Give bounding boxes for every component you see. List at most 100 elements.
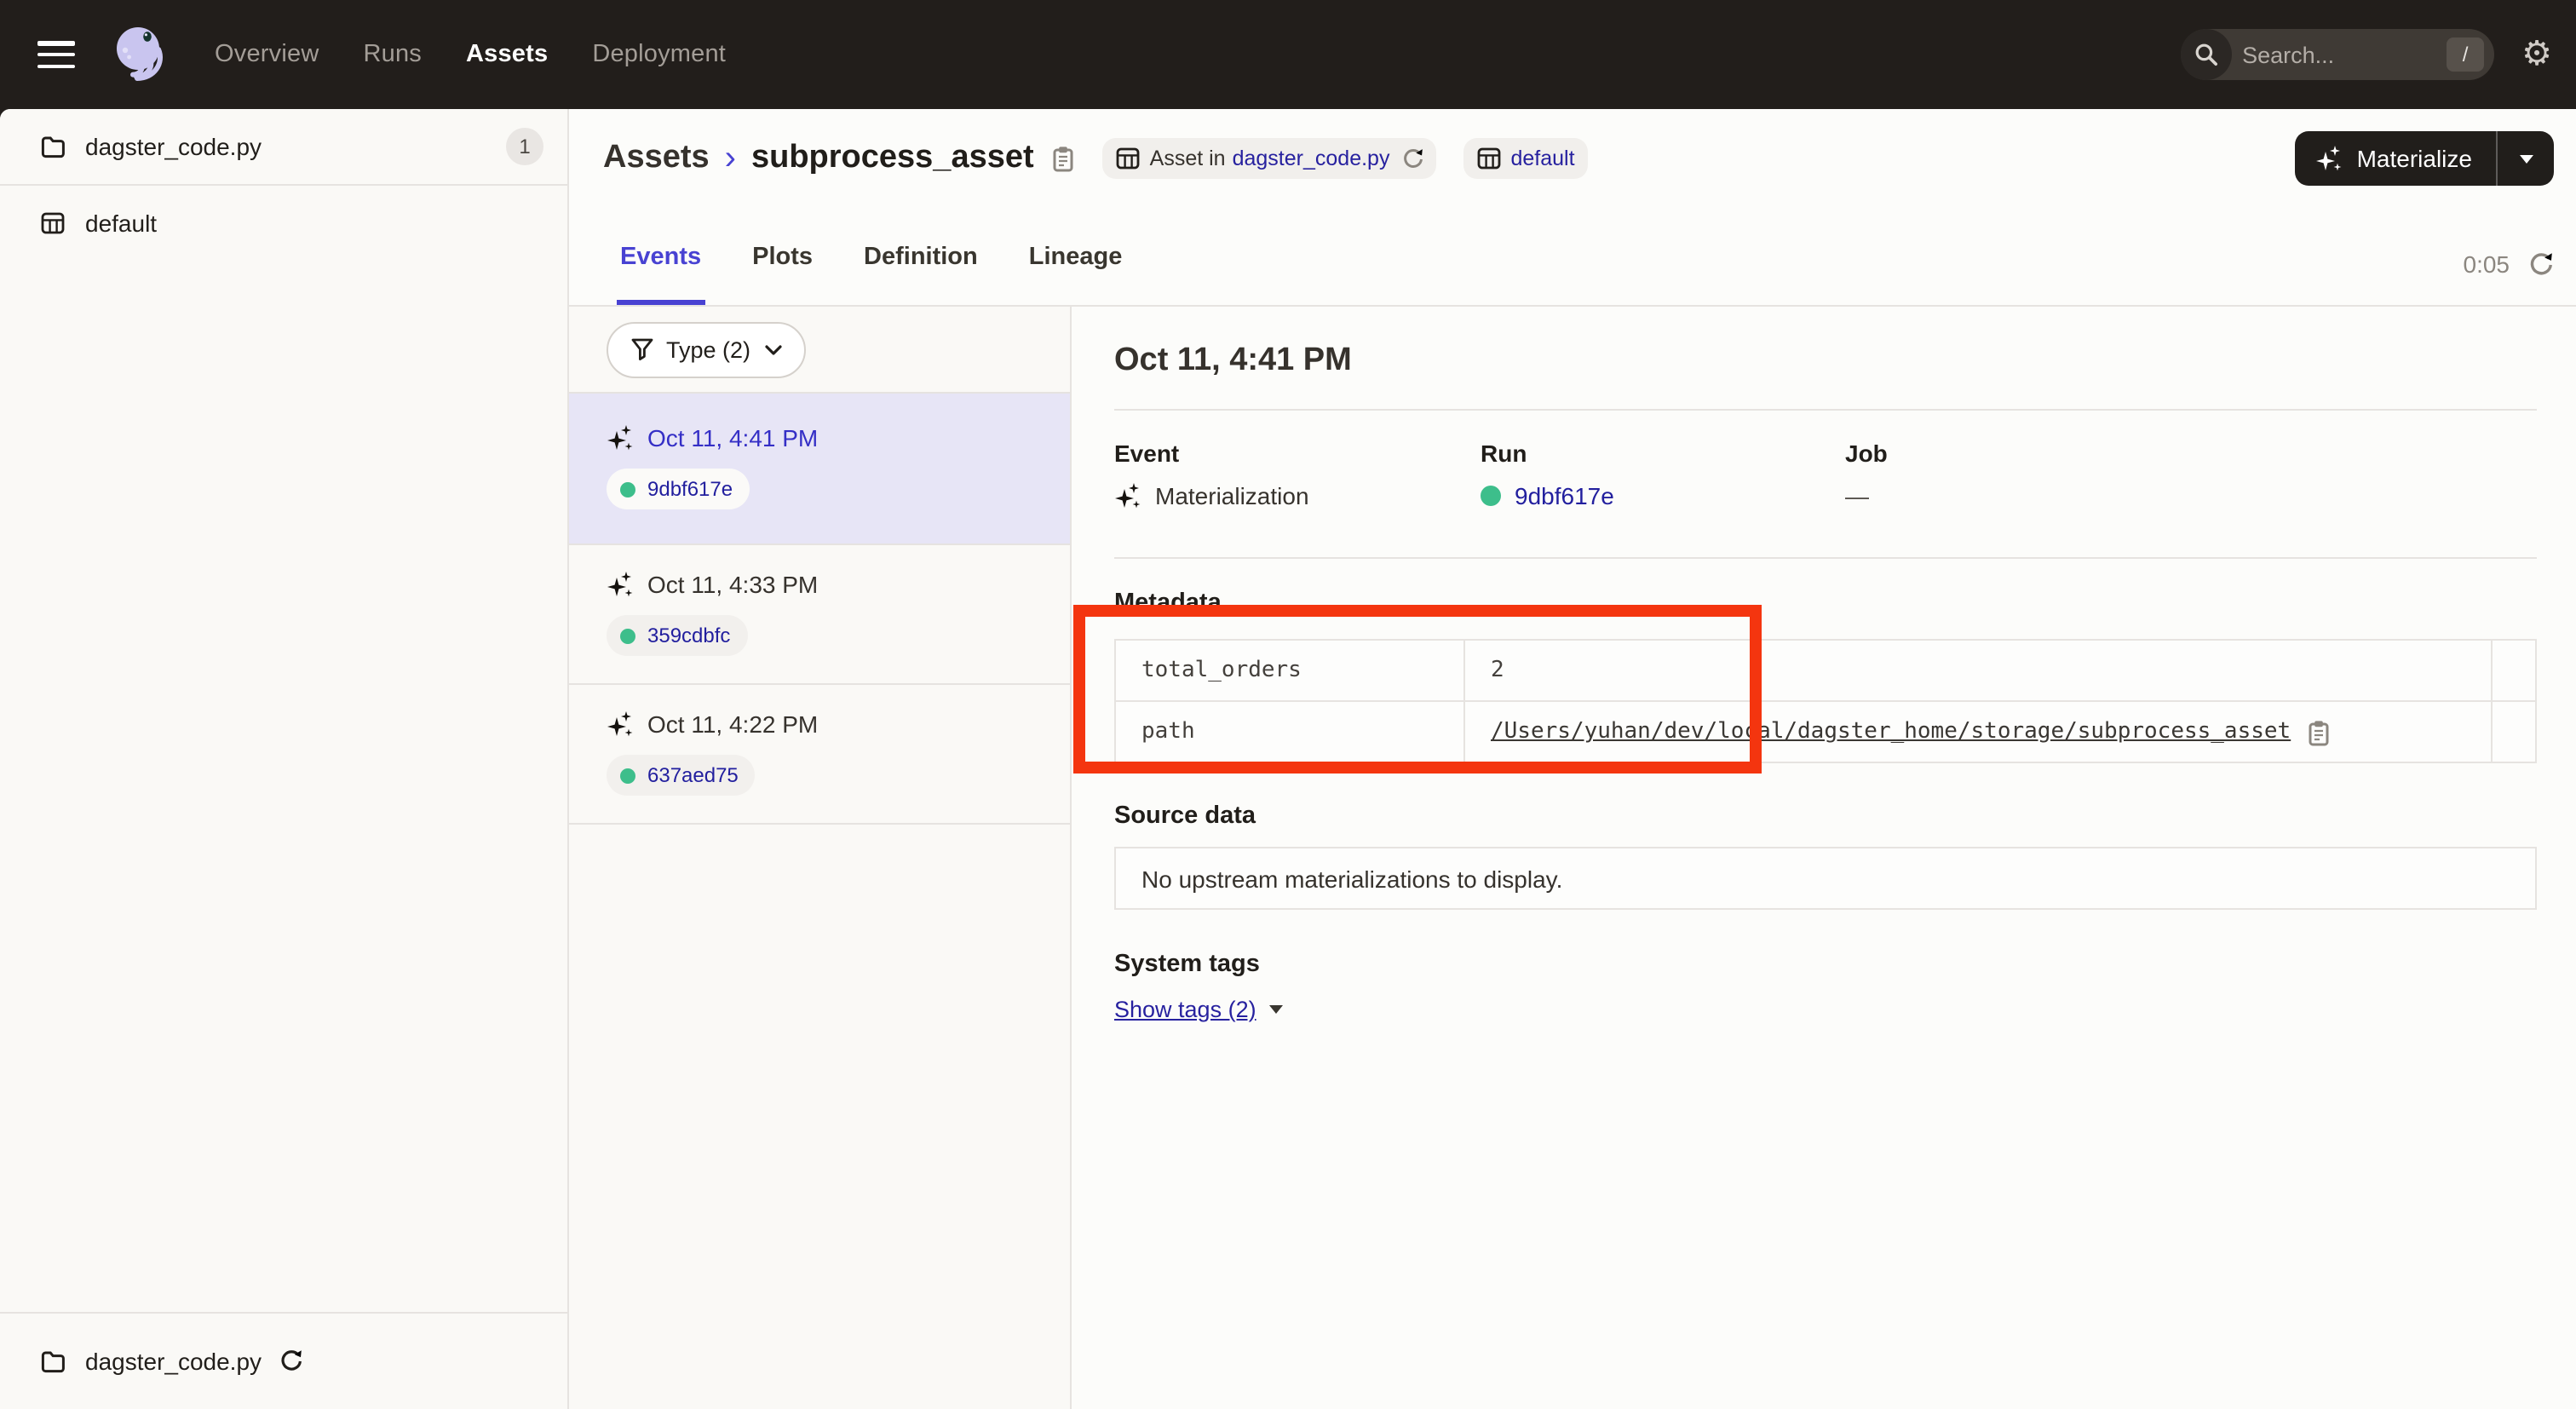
materialization-sparkle-icon [607,710,634,738]
run-id-pill[interactable]: 637aed75 [607,755,756,796]
materialize-split-button: Materialize [2296,131,2554,186]
run-id-label: 9dbf617e [647,477,733,501]
run-status-dot [620,481,635,497]
search-shortcut-key: / [2447,37,2484,72]
event-date-label: Oct 11, 4:22 PM [647,710,818,738]
asset-sidebar: dagster_code.py 1 default dagster_code.p… [0,109,569,1409]
event-list-item[interactable]: Oct 11, 4:33 PM 359cdbfc [569,545,1070,685]
copy-asset-name-icon[interactable] [1051,145,1075,172]
source-data-heading: Source data [1114,802,2537,830]
asset-tabs: Events Plots Definition Lineage 0:05 [569,208,2576,307]
asset-group-icon [41,211,65,235]
events-list-panel: Type (2) Oct 11, 4:41 PM 9dbf617e [569,307,1072,1409]
refresh-icon[interactable] [2527,251,2552,277]
asset-group-tag: default [1463,138,1588,179]
materialization-sparkle-icon [607,571,634,598]
source-data-empty-message: No upstream materializations to display. [1141,865,1562,892]
materialize-button[interactable]: Materialize [2296,131,2496,186]
event-detail-panel: Oct 11, 4:41 PM Event Materialization Ru… [1072,307,2576,1409]
filter-label: Type (2) [666,336,750,362]
reload-code-location-icon[interactable] [277,1349,301,1373]
nav-deployment[interactable]: Deployment [592,41,726,68]
source-data-empty-state: No upstream materializations to display. [1114,847,2537,910]
metadata-key: path [1115,701,1464,762]
job-value: — [1845,482,2211,509]
top-nav: Overview Runs Assets Deployment / ⚙ [0,0,2576,109]
dagster-app: Overview Runs Assets Deployment / ⚙ dags… [0,0,2576,1409]
caret-down-icon [2519,154,2533,163]
run-status-dot [620,768,635,783]
reload-definition-icon[interactable] [1400,147,1422,170]
event-summary-grid: Event Materialization Run 9dbf617e [1114,440,2537,509]
code-location-link[interactable]: dagster_code.py [1233,147,1390,170]
metadata-row: total_orders 2 [1115,640,2536,701]
event-column-label: Event [1114,440,1481,467]
tab-plots[interactable]: Plots [752,244,813,305]
metadata-table: total_orders 2 path /Users/yuhan/dev/loc… [1114,639,2537,763]
materialize-sparkle-icon [2316,145,2343,172]
nav-assets[interactable]: Assets [466,41,548,68]
metadata-path-link[interactable]: /Users/yuhan/dev/local/dagster_home/stor… [1491,719,2291,745]
copy-path-icon[interactable] [2306,718,2330,745]
run-column-label: Run [1481,440,1845,467]
materialization-sparkle-icon [1114,482,1141,509]
timer-value: 0:05 [2464,250,2510,278]
metadata-heading: Metadata [1114,589,2537,617]
group-link[interactable]: default [1510,147,1574,170]
search-icon [2181,29,2232,80]
nav-runs[interactable]: Runs [363,41,422,68]
nav-overview[interactable]: Overview [215,41,319,68]
hamburger-menu-icon[interactable] [37,41,75,68]
event-date-label: Oct 11, 4:33 PM [647,571,818,598]
group-name: default [85,210,157,237]
settings-gear-icon[interactable]: ⚙ [2521,37,2552,72]
materialize-label: Materialize [2357,145,2472,172]
dagster-logo[interactable] [106,20,174,89]
sidebar-item-code-location[interactable]: dagster_code.py 1 [0,109,567,186]
group-grid-icon [1476,147,1500,170]
global-search[interactable]: / [2181,29,2494,80]
metadata-row: path /Users/yuhan/dev/local/dagster_home… [1115,701,2536,762]
breadcrumb-chevron-icon: › [725,139,736,178]
run-id-pill[interactable]: 9dbf617e [607,469,750,509]
search-input[interactable] [2232,42,2447,67]
run-id-pill[interactable]: 359cdbfc [607,615,747,656]
show-tags-toggle[interactable]: Show tags (2) [1114,997,2537,1022]
materialization-sparkle-icon [607,424,634,451]
type-filter-button[interactable]: Type (2) [607,321,805,377]
asset-count-badge: 1 [506,128,543,165]
job-column-label: Job [1845,440,2211,467]
page-title: subprocess_asset [751,140,1034,177]
filter-funnel-icon [630,337,654,361]
asset-definition-tag: Asset in dagster_code.py [1102,138,1436,179]
tag-prefix: Asset in [1150,147,1226,170]
footer-code-location-name: dagster_code.py [85,1348,262,1375]
tab-lineage[interactable]: Lineage [1029,244,1123,305]
event-list-item[interactable]: Oct 11, 4:41 PM 9dbf617e [569,394,1070,545]
tab-definition[interactable]: Definition [864,244,978,305]
show-tags-label: Show tags (2) [1114,997,1256,1022]
event-list-item[interactable]: Oct 11, 4:22 PM 637aed75 [569,685,1070,825]
event-detail-title: Oct 11, 4:41 PM [1114,307,2537,409]
breadcrumb-assets-link[interactable]: Assets [603,140,710,177]
code-location-name: dagster_code.py [85,133,262,160]
materialize-dropdown-button[interactable] [2498,131,2554,186]
event-type-value: Materialization [1155,482,1309,509]
refresh-timer: 0:05 [2464,250,2553,278]
folder-icon [41,1349,65,1373]
metadata-value: 2 [1464,640,2492,701]
event-date-label: Oct 11, 4:41 PM [647,424,818,451]
run-status-dot [620,628,635,643]
caret-down-icon [1270,1005,1284,1014]
run-id-link[interactable]: 9dbf617e [1515,482,1614,509]
sidebar-footer-code-location[interactable]: dagster_code.py [0,1312,567,1409]
folder-icon [41,135,65,158]
metadata-value: /Users/yuhan/dev/local/dagster_home/stor… [1464,701,2492,762]
sidebar-item-group-default[interactable]: default [0,186,567,261]
events-filter-row: Type (2) [569,307,1070,394]
system-tags-heading: System tags [1114,951,2537,978]
tab-events[interactable]: Events [620,244,701,305]
run-id-label: 359cdbfc [647,624,730,647]
metadata-key: total_orders [1115,640,1464,701]
job-grid-icon [1116,147,1140,170]
